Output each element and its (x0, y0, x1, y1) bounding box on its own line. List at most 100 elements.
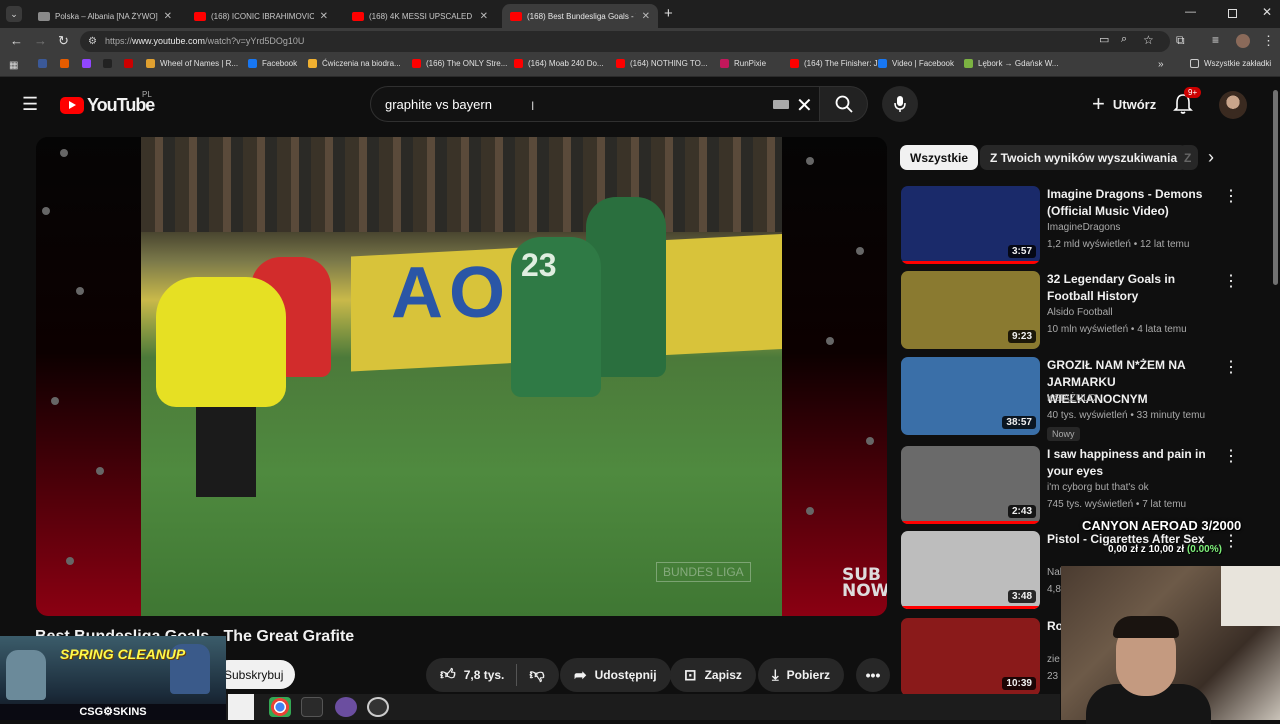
bundesliga-watermark: BUNDES LIGA (656, 562, 751, 582)
microphone-icon (894, 96, 906, 112)
browser-tab[interactable]: (168) 4K MESSI UPSCALED CLIP ✕ (344, 4, 496, 28)
bookmark-item[interactable] (124, 59, 138, 68)
app-icon-record[interactable] (367, 697, 389, 717)
more-options-icon[interactable]: ⋮ (1223, 531, 1239, 551)
chip-label: Wszystkie (910, 150, 969, 165)
chrome-icon[interactable] (269, 697, 291, 717)
guide-menu-icon[interactable]: ☰ (22, 94, 38, 115)
chevron-right-icon[interactable]: › (1208, 147, 1214, 168)
chip-from-search[interactable]: Z Twoich wyników wyszukiwania (980, 145, 1188, 170)
tab-list-button[interactable]: ⌄ (6, 6, 22, 22)
apps-grid-icon[interactable]: ▦ (9, 60, 18, 71)
video-thumbnail[interactable]: 2:43 (901, 446, 1040, 524)
extensions-icon[interactable]: ⧉ (1176, 33, 1185, 48)
channel-name[interactable]: zie (1047, 654, 1060, 665)
tab-title: Polska – Albania [NA ŻYWO]. Tr (55, 11, 158, 21)
taskbar-app-icon[interactable] (228, 694, 254, 720)
video-side-border-left (36, 137, 142, 616)
notifications-button[interactable]: 9+ (1170, 87, 1202, 119)
youtube-logo[interactable]: YouTube PL (60, 90, 155, 116)
media-icon[interactable]: ≡ (1212, 33, 1219, 47)
search-box[interactable]: graphite vs bayern ✕ Ι (370, 86, 820, 122)
bookmark-item[interactable]: (166) The ONLY Stre... (412, 59, 507, 68)
clear-search-icon[interactable]: ✕ (796, 93, 813, 118)
channel-name[interactable]: KSIĄŻULO (1047, 393, 1096, 404)
close-window-icon[interactable]: ✕ (1262, 5, 1272, 19)
bookmark-item[interactable] (38, 59, 52, 68)
minimize-icon[interactable]: — (1185, 6, 1196, 18)
create-button[interactable]: + Utwórz (1082, 89, 1166, 119)
video-thumbnail[interactable]: 3:48 (901, 531, 1040, 609)
bookmark-item[interactable]: (164) NOTHING TO... (616, 59, 708, 68)
video-thumbnail[interactable]: 38:57 (901, 357, 1040, 435)
bookmark-star-icon[interactable]: ☆ (1143, 33, 1154, 47)
recommendation-title[interactable]: I saw happiness and pain in your eyes (1047, 446, 1217, 480)
browser-tab[interactable]: Polska – Albania [NA ŻYWO]. Tr ✕ (30, 4, 180, 28)
all-bookmarks-folder[interactable]: Wszystkie zakładki (1190, 59, 1271, 68)
bookmark-item[interactable]: (164) Moab 240 Do... (514, 59, 604, 68)
site-info-icon[interactable]: ⚙ (88, 31, 97, 52)
app-icon-purple[interactable] (335, 697, 357, 717)
video-player[interactable]: AOS 23 BUNDES LIGA SUB NOW (36, 137, 887, 616)
bookmark-item[interactable] (60, 59, 74, 68)
video-thumbnail[interactable]: 9:23 (901, 271, 1040, 349)
close-tab-icon[interactable]: ✕ (320, 11, 328, 22)
back-icon[interactable]: ← (10, 33, 23, 48)
more-options-icon[interactable]: ⋮ (1223, 186, 1239, 206)
bookmark-item[interactable]: Lębork → Gdańsk W... (964, 59, 1058, 68)
new-tab-icon[interactable]: + (664, 5, 673, 22)
page-scrollbar[interactable] (1273, 90, 1278, 285)
recommendation-title[interactable]: Imagine Dragons - Demons (Official Music… (1047, 186, 1217, 220)
close-tab-icon[interactable]: ✕ (642, 11, 650, 22)
profile-avatar[interactable] (1236, 34, 1250, 48)
bookmark-item[interactable]: Facebook (248, 59, 297, 68)
video-thumbnail[interactable]: 3:57 (901, 186, 1040, 264)
terminal-icon[interactable] (301, 697, 323, 717)
address-bar[interactable]: ⚙ https://www.youtube.com/watch?v=yYrd5D… (80, 31, 1170, 52)
video-thumbnail[interactable]: 10:39 (901, 618, 1040, 696)
keyboard-icon[interactable] (773, 100, 789, 109)
download-button[interactable]: ⤓ Pobierz (758, 658, 844, 692)
more-options-icon[interactable]: ⋮ (1223, 357, 1239, 377)
channel-name[interactable]: Alsido Football (1047, 307, 1113, 318)
restore-icon[interactable] (1228, 9, 1237, 18)
zoom-icon[interactable]: ⌕ (1121, 33, 1127, 46)
channel-name[interactable]: ImagineDragons (1047, 222, 1120, 233)
bookmark-item[interactable]: RunPixie (720, 59, 766, 68)
more-actions-button[interactable]: ••• (856, 658, 890, 692)
browser-tab-active[interactable]: (168) Best Bundesliga Goals - Th ✕ (502, 4, 658, 28)
duration-badge: 38:57 (1002, 416, 1036, 429)
recommendation-title[interactable]: 32 Legendary Goals in Football History (1047, 271, 1217, 305)
bookmarks-overflow-icon[interactable]: » (1158, 59, 1164, 70)
bookmark-item[interactable]: Ćwiczenia na biodra... (308, 59, 401, 68)
voice-search-button[interactable] (882, 86, 918, 122)
like-button[interactable]: 👍︎ 7,8 tys. 👎︎ (426, 658, 559, 692)
account-avatar[interactable] (1219, 91, 1247, 119)
close-tab-icon[interactable]: ✕ (164, 11, 172, 22)
thumbs-down-icon[interactable]: 👎︎ (529, 666, 544, 684)
snowflake-dot (96, 467, 104, 475)
browser-tab[interactable]: (168) ICONIC IBRAHIMOVIC Sc ✕ (186, 4, 336, 28)
cast-icon[interactable]: ▭ (1099, 33, 1109, 46)
bookmark-item[interactable] (103, 59, 117, 68)
reload-icon[interactable]: ↻ (58, 33, 69, 49)
bookmark-item[interactable]: (164) The Finisher: J... (790, 59, 884, 68)
bookmark-item[interactable] (82, 59, 96, 68)
stream-overlay-banner: SPRING CLEANUP CSG⚙SKINS (0, 636, 226, 720)
more-options-icon[interactable]: ⋮ (1223, 271, 1239, 291)
goal-percent: (0.00%) (1186, 544, 1222, 555)
save-button[interactable]: ⊡ Zapisz (670, 658, 756, 692)
chip-partial[interactable]: Z (1178, 145, 1198, 170)
forward-icon[interactable]: → (34, 33, 47, 48)
close-tab-icon[interactable]: ✕ (480, 11, 488, 22)
browser-menu-icon[interactable]: ⋮ (1262, 33, 1275, 49)
search-input[interactable]: graphite vs bayern (385, 97, 492, 112)
bookmark-item[interactable]: Wheel of Names | R... (146, 59, 238, 68)
share-button[interactable]: ➦ Udostępnij (560, 658, 671, 692)
chip-all[interactable]: Wszystkie (900, 145, 979, 170)
search-button[interactable] (820, 86, 868, 122)
bookmark-item[interactable]: Video | Facebook (878, 59, 954, 68)
channel-name[interactable]: i'm cyborg but that's ok (1047, 482, 1149, 493)
subscribe-button[interactable]: Subskrybuj (214, 660, 296, 689)
more-options-icon[interactable]: ⋮ (1223, 446, 1239, 466)
